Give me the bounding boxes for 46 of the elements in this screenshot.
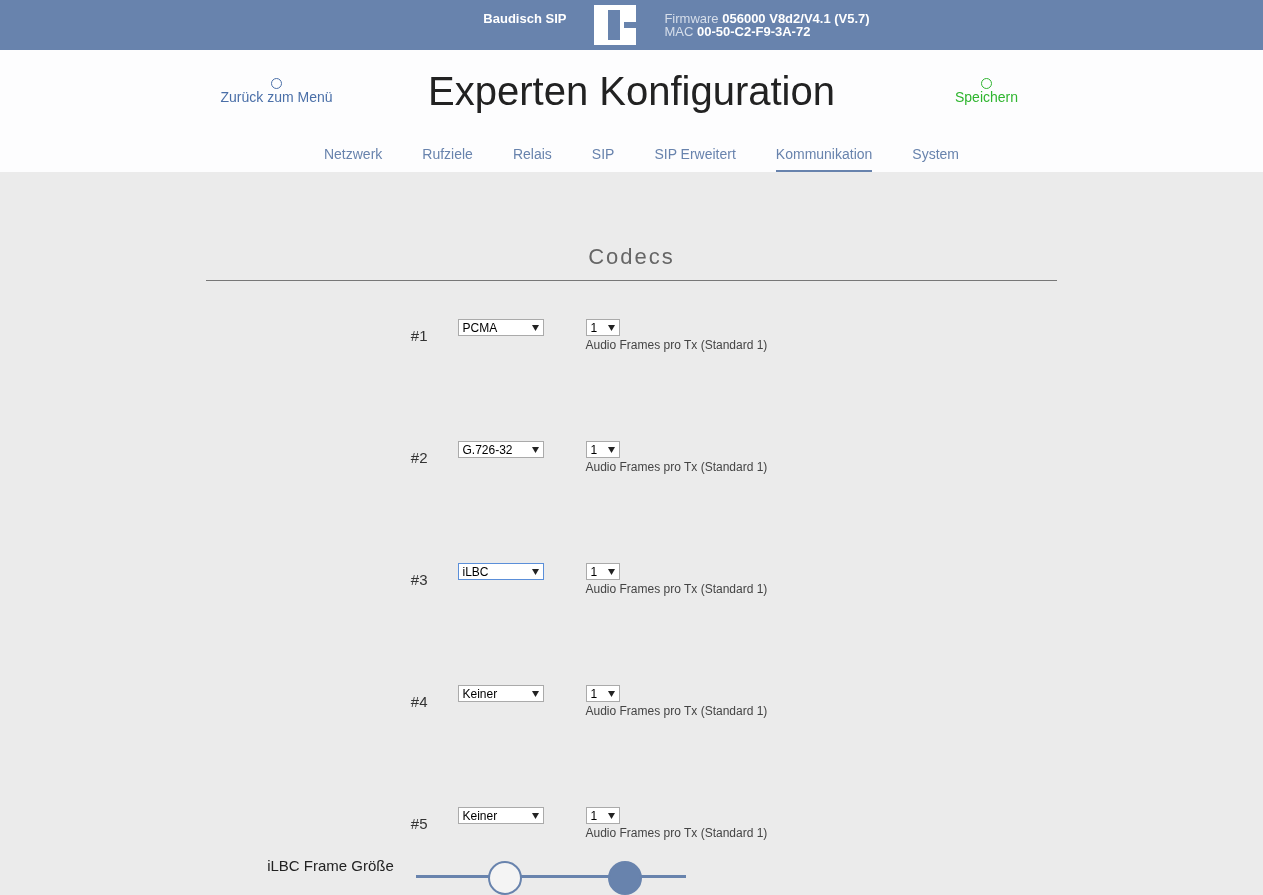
nav-tab[interactable]: Rufziele bbox=[422, 140, 473, 172]
frames-hint: Audio Frames pro Tx (Standard 1) bbox=[585, 338, 768, 352]
slider-knob[interactable] bbox=[607, 861, 642, 895]
frames-hint: Audio Frames pro Tx (Standard 1) bbox=[585, 582, 768, 596]
frames-hint: Audio Frames pro Tx (Standard 1) bbox=[585, 460, 768, 474]
codec-label: #1 bbox=[410, 327, 429, 344]
dropdown-caret-icon bbox=[607, 568, 615, 575]
dropdown-caret-icon bbox=[531, 812, 539, 819]
dropdown-caret-icon bbox=[531, 568, 539, 575]
logo-icon bbox=[594, 5, 637, 45]
nav-tab[interactable]: System bbox=[912, 140, 960, 172]
codec-label: #2 bbox=[410, 449, 429, 466]
slider-knob[interactable] bbox=[487, 861, 522, 895]
codec-select[interactable]: G.726-32 bbox=[457, 441, 544, 458]
frames-select[interactable]: 1 bbox=[585, 319, 620, 336]
dropdown-caret-icon bbox=[531, 324, 539, 331]
dropdown-caret-icon bbox=[531, 446, 539, 453]
dropdown-caret-icon bbox=[607, 324, 615, 331]
frames-hint: Audio Frames pro Tx (Standard 1) bbox=[585, 826, 768, 840]
dropdown-caret-icon bbox=[531, 690, 539, 697]
nav-tab[interactable]: Netzwerk bbox=[323, 140, 383, 172]
section-title: Codecs bbox=[206, 244, 1057, 281]
codec-select[interactable]: Keiner bbox=[457, 685, 544, 702]
frames-select[interactable]: 1 bbox=[585, 685, 620, 702]
nav-tab[interactable]: SIP Erweitert bbox=[654, 140, 736, 172]
frames-hint: Audio Frames pro Tx (Standard 1) bbox=[585, 704, 768, 718]
frames-select[interactable]: 1 bbox=[585, 807, 620, 824]
frames-select[interactable]: 1 bbox=[585, 563, 620, 580]
dropdown-caret-icon bbox=[607, 446, 615, 453]
codec-select[interactable]: PCMA bbox=[457, 319, 544, 336]
frames-select[interactable]: 1 bbox=[585, 441, 620, 458]
nav-tab[interactable]: SIP bbox=[591, 140, 615, 172]
ilbc-frame-label: iLBC Frame Größe bbox=[267, 857, 394, 874]
firmware-version: Firmware 056000 V8d2/V4.1 (V5.7) bbox=[664, 12, 870, 25]
codec-select[interactable]: Keiner bbox=[457, 807, 544, 824]
mac-address: MAC 00-50-C2-F9-3A-72 bbox=[664, 25, 812, 38]
codec-label: #4 bbox=[410, 693, 429, 710]
page-title: Experten Konfiguration bbox=[428, 68, 835, 114]
codec-label: #3 bbox=[410, 571, 429, 588]
dropdown-caret-icon bbox=[607, 690, 615, 697]
dropdown-caret-icon bbox=[607, 812, 615, 819]
codec-label: #5 bbox=[410, 815, 429, 832]
nav-tab[interactable]: Relais bbox=[512, 140, 552, 172]
product-name: Baudisch SIP bbox=[483, 10, 567, 26]
codec-select[interactable]: iLBC bbox=[457, 563, 544, 580]
back-link[interactable]: Zurück zum Menü bbox=[206, 77, 347, 105]
